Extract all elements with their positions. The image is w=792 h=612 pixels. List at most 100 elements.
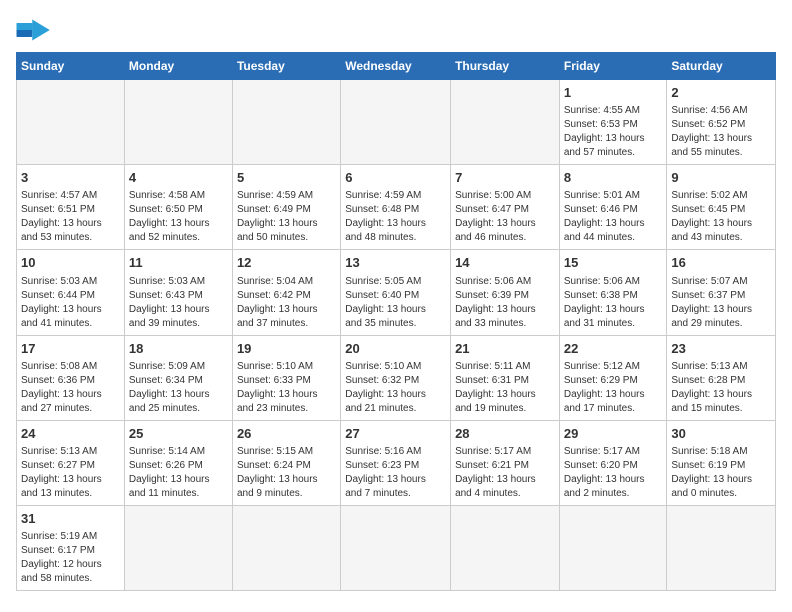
day-info: Sunrise: 4:56 AM Sunset: 6:52 PM Dayligh… <box>671 104 771 160</box>
day-info: Sunrise: 5:16 AM Sunset: 6:23 PM Dayligh… <box>345 445 446 501</box>
calendar-cell: 29 Sunrise: 5:17 AM Sunset: 6:20 PM Dayli… <box>559 420 667 505</box>
day-info: Sunrise: 5:12 AM Sunset: 6:29 PM Dayligh… <box>564 360 663 416</box>
day-number: 19 <box>237 340 336 358</box>
day-number: 28 <box>455 425 555 443</box>
day-info: Sunrise: 5:03 AM Sunset: 6:44 PM Dayligh… <box>21 275 120 331</box>
day-info: Sunrise: 5:11 AM Sunset: 6:31 PM Dayligh… <box>455 360 555 416</box>
calendar-cell: 11 Sunrise: 5:03 AM Sunset: 6:43 PM Dayli… <box>124 250 232 335</box>
calendar-cell: 25 Sunrise: 5:14 AM Sunset: 6:26 PM Dayli… <box>124 420 232 505</box>
day-info: Sunrise: 5:17 AM Sunset: 6:20 PM Dayligh… <box>564 445 663 501</box>
calendar-cell <box>559 505 667 590</box>
calendar-cell <box>17 80 125 165</box>
day-info: Sunrise: 5:10 AM Sunset: 6:32 PM Dayligh… <box>345 360 446 416</box>
calendar-cell: 10 Sunrise: 5:03 AM Sunset: 6:44 PM Dayli… <box>17 250 125 335</box>
header <box>16 16 776 44</box>
calendar-cell: 20Sunrise: 5:10 AM Sunset: 6:32 PM Dayli… <box>341 335 451 420</box>
day-info: Sunrise: 5:15 AM Sunset: 6:24 PM Dayligh… <box>237 445 336 501</box>
day-info: Sunrise: 5:03 AM Sunset: 6:43 PM Dayligh… <box>129 275 228 331</box>
calendar-cell: 8 Sunrise: 5:01 AM Sunset: 6:46 PM Daylig… <box>559 165 667 250</box>
calendar-table: SundayMondayTuesdayWednesdayThursdayFrid… <box>16 52 776 591</box>
day-info: Sunrise: 5:18 AM Sunset: 6:19 PM Dayligh… <box>671 445 771 501</box>
calendar-cell: 5 Sunrise: 4:59 AM Sunset: 6:49 PM Daylig… <box>232 165 340 250</box>
day-info: Sunrise: 5:07 AM Sunset: 6:37 PM Dayligh… <box>671 275 771 331</box>
day-info: Sunrise: 5:08 AM Sunset: 6:36 PM Dayligh… <box>21 360 120 416</box>
day-info: Sunrise: 5:00 AM Sunset: 6:47 PM Dayligh… <box>455 189 555 245</box>
day-info: Sunrise: 5:06 AM Sunset: 6:38 PM Dayligh… <box>564 275 663 331</box>
day-number: 14 <box>455 254 555 272</box>
day-number: 23 <box>671 340 771 358</box>
header-day: Thursday <box>451 53 560 80</box>
header-day: Wednesday <box>341 53 451 80</box>
day-number: 30 <box>671 425 771 443</box>
day-number: 6 <box>345 169 446 187</box>
calendar-week-row: 17 Sunrise: 5:08 AM Sunset: 6:36 PM Dayli… <box>17 335 776 420</box>
calendar-cell: 19 Sunrise: 5:10 AM Sunset: 6:33 PM Dayli… <box>232 335 340 420</box>
day-number: 9 <box>671 169 771 187</box>
calendar-cell <box>451 505 560 590</box>
day-number: 22 <box>564 340 663 358</box>
calendar-cell: 17 Sunrise: 5:08 AM Sunset: 6:36 PM Dayli… <box>17 335 125 420</box>
calendar-cell: 24 Sunrise: 5:13 AM Sunset: 6:27 PM Dayli… <box>17 420 125 505</box>
day-number: 3 <box>21 169 120 187</box>
day-number: 24 <box>21 425 120 443</box>
logo-icon <box>16 16 52 44</box>
day-info: Sunrise: 5:01 AM Sunset: 6:46 PM Dayligh… <box>564 189 663 245</box>
day-number: 2 <box>671 84 771 102</box>
day-info: Sunrise: 5:04 AM Sunset: 6:42 PM Dayligh… <box>237 275 336 331</box>
day-info: Sunrise: 5:13 AM Sunset: 6:27 PM Dayligh… <box>21 445 120 501</box>
day-number: 27 <box>345 425 446 443</box>
day-info: Sunrise: 5:19 AM Sunset: 6:17 PM Dayligh… <box>21 530 120 586</box>
header-day: Sunday <box>17 53 125 80</box>
day-number: 17 <box>21 340 120 358</box>
day-info: Sunrise: 4:59 AM Sunset: 6:49 PM Dayligh… <box>237 189 336 245</box>
day-info: Sunrise: 4:59 AM Sunset: 6:48 PM Dayligh… <box>345 189 446 245</box>
calendar-cell: 30 Sunrise: 5:18 AM Sunset: 6:19 PM Dayli… <box>667 420 776 505</box>
calendar-cell: 18Sunrise: 5:09 AM Sunset: 6:34 PM Dayli… <box>124 335 232 420</box>
day-info: Sunrise: 5:13 AM Sunset: 6:28 PM Dayligh… <box>671 360 771 416</box>
calendar-week-row: 24 Sunrise: 5:13 AM Sunset: 6:27 PM Dayli… <box>17 420 776 505</box>
day-number: 12 <box>237 254 336 272</box>
calendar-cell: 14 Sunrise: 5:06 AM Sunset: 6:39 PM Dayli… <box>451 250 560 335</box>
calendar-week-row: 31 Sunrise: 5:19 AM Sunset: 6:17 PM Dayli… <box>17 505 776 590</box>
day-info: Sunrise: 4:57 AM Sunset: 6:51 PM Dayligh… <box>21 189 120 245</box>
calendar-cell: 1Sunrise: 4:55 AM Sunset: 6:53 PM Daylig… <box>559 80 667 165</box>
header-row: SundayMondayTuesdayWednesdayThursdayFrid… <box>17 53 776 80</box>
calendar-week-row: 1Sunrise: 4:55 AM Sunset: 6:53 PM Daylig… <box>17 80 776 165</box>
header-day: Saturday <box>667 53 776 80</box>
day-number: 8 <box>564 169 663 187</box>
calendar-cell <box>124 80 232 165</box>
calendar-cell <box>124 505 232 590</box>
calendar-cell <box>341 505 451 590</box>
day-info: Sunrise: 5:17 AM Sunset: 6:21 PM Dayligh… <box>455 445 555 501</box>
day-info: Sunrise: 5:06 AM Sunset: 6:39 PM Dayligh… <box>455 275 555 331</box>
calendar-cell: 6 Sunrise: 4:59 AM Sunset: 6:48 PM Daylig… <box>341 165 451 250</box>
day-number: 31 <box>21 510 120 528</box>
calendar-cell: 16Sunrise: 5:07 AM Sunset: 6:37 PM Dayli… <box>667 250 776 335</box>
day-number: 25 <box>129 425 228 443</box>
day-info: Sunrise: 5:14 AM Sunset: 6:26 PM Dayligh… <box>129 445 228 501</box>
day-number: 13 <box>345 254 446 272</box>
header-day: Monday <box>124 53 232 80</box>
calendar-cell: 3 Sunrise: 4:57 AM Sunset: 6:51 PM Daylig… <box>17 165 125 250</box>
calendar-cell <box>232 505 340 590</box>
calendar-week-row: 3 Sunrise: 4:57 AM Sunset: 6:51 PM Daylig… <box>17 165 776 250</box>
header-day: Friday <box>559 53 667 80</box>
day-number: 15 <box>564 254 663 272</box>
day-number: 11 <box>129 254 228 272</box>
day-number: 10 <box>21 254 120 272</box>
calendar-cell: 15 Sunrise: 5:06 AM Sunset: 6:38 PM Dayli… <box>559 250 667 335</box>
day-number: 5 <box>237 169 336 187</box>
calendar-cell: 2 Sunrise: 4:56 AM Sunset: 6:52 PM Daylig… <box>667 80 776 165</box>
day-number: 29 <box>564 425 663 443</box>
day-info: Sunrise: 4:55 AM Sunset: 6:53 PM Dayligh… <box>564 104 663 160</box>
day-number: 18 <box>129 340 228 358</box>
calendar-cell <box>451 80 560 165</box>
day-number: 7 <box>455 169 555 187</box>
calendar-cell: 23 Sunrise: 5:13 AM Sunset: 6:28 PM Dayli… <box>667 335 776 420</box>
logo <box>16 16 56 44</box>
day-number: 4 <box>129 169 228 187</box>
day-info: Sunrise: 5:10 AM Sunset: 6:33 PM Dayligh… <box>237 360 336 416</box>
calendar-cell: 12 Sunrise: 5:04 AM Sunset: 6:42 PM Dayli… <box>232 250 340 335</box>
day-info: Sunrise: 5:02 AM Sunset: 6:45 PM Dayligh… <box>671 189 771 245</box>
day-info: Sunrise: 5:05 AM Sunset: 6:40 PM Dayligh… <box>345 275 446 331</box>
